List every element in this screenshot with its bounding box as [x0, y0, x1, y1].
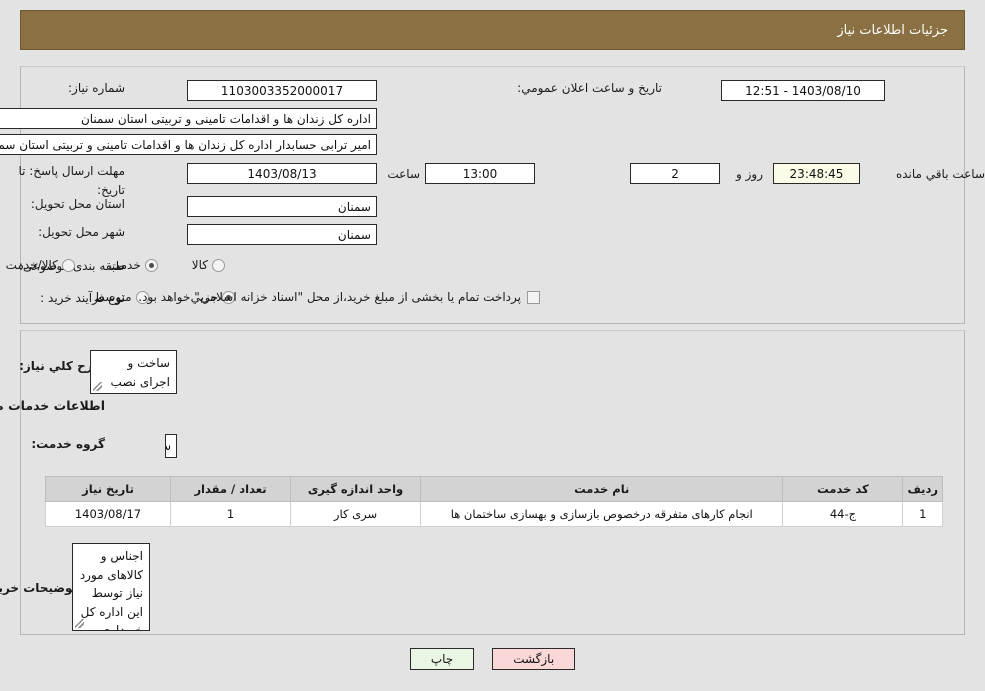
services-table-wrapper: ردیف کد خدمت نام خدمت واحد اندازه گیری ت…: [45, 476, 943, 527]
buyer-org-field[interactable]: اداره کل زندان ها و اقدامات تامینی و ترب…: [0, 108, 377, 129]
public-announce-value: 1403/08/10 - 12:51: [745, 83, 861, 98]
delivery-province-value: سمنان: [337, 199, 371, 214]
cell-quantity: 1: [170, 501, 291, 527]
services-section-title-row: اطلاعات خدمات مورد نیاز: [0, 398, 105, 415]
delivery-province-label: استان محل تحویل:: [30, 197, 125, 211]
category-option-kala-khedmat-label: کالا/خدمت: [5, 258, 58, 272]
creator-value: امیر ترابی حسابدار اداره کل زندان ها و ا…: [0, 137, 371, 152]
category-option-kala-label: کالا: [191, 258, 208, 272]
need-number-label-row: شماره نیاز:: [68, 80, 125, 96]
need-number-field[interactable]: 1103003352000017: [187, 80, 377, 101]
buyer-notes-label: توضیحات خریدار:: [0, 581, 77, 595]
service-group-value: ساختمان: [166, 438, 171, 454]
treasury-bond-checkbox-row[interactable]: پرداخت تمام یا بخشی از مبلغ خرید،از محل …: [138, 290, 540, 304]
cell-unit: سری کار: [290, 501, 421, 527]
page-root: AriaTender.net جزئیات اطلاعات نیاز شماره…: [0, 0, 985, 691]
public-announce-label: تاریخ و ساعت اعلان عمومي:: [517, 81, 662, 95]
public-announce-field[interactable]: 1403/08/10 - 12:51: [721, 80, 885, 101]
buyer-notes-value: اجناس و کالاهای مورد نیاز توسط این اداره…: [79, 549, 143, 631]
page-title: جزئیات اطلاعات نیاز: [837, 22, 948, 38]
general-desc-value: ساخت و اجرای نصب کانال های فلزی جهت عبور…: [110, 356, 170, 389]
th-index: ردیف: [902, 476, 943, 502]
service-group-label-row: گروه خدمت:: [31, 436, 105, 452]
category-option-kala[interactable]: کالا: [192, 258, 225, 272]
back-button[interactable]: بازگشت: [492, 648, 576, 670]
need-info-panel: [20, 66, 965, 324]
action-button-bar: بازگشت چاپ: [0, 648, 985, 670]
cell-index: 1: [902, 501, 943, 527]
need-number-value: 1103003352000017: [220, 83, 344, 98]
cell-code: ج-44: [782, 501, 904, 527]
need-number-label: شماره نیاز:: [68, 81, 125, 95]
process-option-motavaset-label: متوسط: [93, 290, 132, 304]
delivery-province-field[interactable]: سمنان: [187, 196, 377, 217]
buyer-notes-textarea[interactable]: اجناس و کالاهای مورد نیاز توسط این اداره…: [72, 543, 150, 631]
radio-kala-icon[interactable]: [212, 258, 225, 272]
th-quantity: تعداد / مقدار: [170, 476, 291, 502]
service-group-label: گروه خدمت:: [31, 437, 105, 451]
table-row: 1 ج-44 انجام کارهای متفرقه درخصوص بازساز…: [45, 501, 943, 527]
delivery-city-value: سمنان: [337, 227, 371, 242]
delivery-city-field[interactable]: سمنان: [187, 224, 377, 245]
delivery-city-label: شهر محل تحویل:: [38, 225, 125, 239]
page-header: جزئیات اطلاعات نیاز: [20, 10, 965, 50]
category-option-khedmat-label: خدمت: [108, 258, 141, 272]
print-button[interactable]: چاپ: [409, 648, 475, 670]
services-table: ردیف کد خدمت نام خدمت واحد اندازه گیری ت…: [45, 476, 943, 527]
category-radio-group: کالا خدمت کالا/خدمت: [6, 258, 225, 272]
deadline-remaining-label: ساعت باقي مانده: [895, 167, 985, 181]
category-option-kala-khedmat[interactable]: کالا/خدمت: [6, 258, 75, 272]
delivery-province-label-row: استان محل تحویل:: [31, 196, 125, 212]
radio-khedmat-icon[interactable]: [144, 258, 158, 272]
general-desc-textarea[interactable]: ساخت و اجرای نصب کانال های فلزی جهت عبور…: [90, 350, 177, 394]
public-announce-label-row: تاریخ و ساعت اعلان عمومي:: [517, 80, 662, 96]
treasury-bond-checkbox-label: پرداخت تمام یا بخشی از مبلغ خرید،از محل …: [138, 290, 521, 304]
th-code: کد خدمت: [782, 476, 904, 502]
radio-kala-khedmat-icon[interactable]: [61, 258, 75, 272]
buyer-notes-label-row: توضیحات خریدار:: [0, 580, 77, 596]
th-date: تاریخ نیاز: [45, 476, 171, 502]
cell-name: انجام کارهای متفرقه درخصوص بازسازی و بهس…: [419, 501, 784, 527]
services-section-title: اطلاعات خدمات مورد نیاز: [0, 398, 105, 413]
delivery-city-label-row: شهر محل تحویل:: [38, 224, 125, 240]
th-name: نام خدمت: [419, 476, 784, 502]
treasury-bond-checkbox-icon[interactable]: [527, 290, 540, 304]
th-unit: واحد اندازه گیری: [290, 476, 421, 502]
category-option-khedmat[interactable]: خدمت: [109, 258, 158, 272]
service-group-field[interactable]: ساختمان: [165, 434, 177, 458]
table-header-row: ردیف کد خدمت نام خدمت واحد اندازه گیری ت…: [45, 476, 943, 502]
buyer-org-value: اداره کل زندان ها و اقدامات تامینی و ترب…: [80, 111, 371, 126]
creator-field[interactable]: امیر ترابی حسابدار اداره کل زندان ها و ا…: [0, 134, 377, 155]
cell-date: 1403/08/17: [45, 501, 171, 527]
